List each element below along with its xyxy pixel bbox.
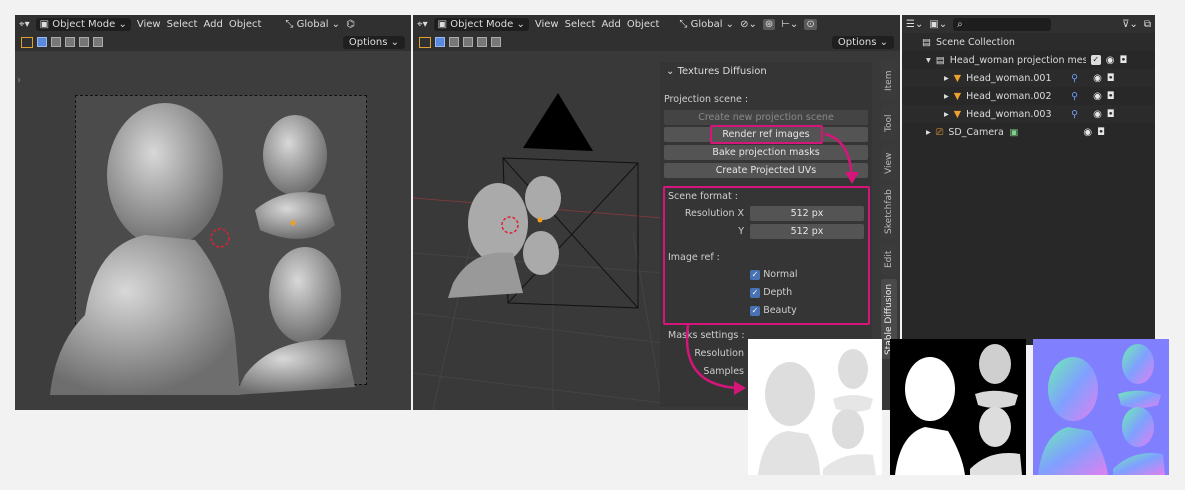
scene-format-highlight	[663, 186, 870, 325]
select-mode-extend-icon[interactable]	[449, 37, 459, 47]
collection-box-icon: ▤	[935, 54, 945, 66]
mesh-object-icon: ▼	[953, 72, 962, 84]
select-mode-intersect-icon[interactable]	[491, 37, 501, 47]
outliner-search-input[interactable]: ⌕	[953, 17, 1052, 31]
menu-object[interactable]: Object	[627, 19, 660, 30]
outliner-editor-icon[interactable]: ☰⌄	[906, 19, 923, 30]
outliner-header: ☰⌄ ▣⌄ ⌕ ⊽⌄ ⧉	[902, 15, 1155, 33]
tab-view[interactable]: View	[881, 145, 897, 181]
depth-heads-render	[895, 344, 1022, 475]
projection-scene-label: Projection scene :	[664, 94, 749, 105]
new-collection-icon[interactable]: ⧉	[1144, 19, 1151, 30]
eye-icon[interactable]: ◉	[1083, 127, 1092, 138]
select-mode-new-icon[interactable]	[435, 37, 445, 47]
render-ref-highlight	[710, 125, 823, 144]
tab-sketchfab[interactable]: Sketchfab	[881, 185, 897, 239]
viewport-left[interactable]: ⌖▾ ▣ Object Mode ⌄ View Select Add Objec…	[15, 15, 411, 410]
bake-projection-masks-label: Bake projection masks	[712, 147, 820, 158]
pivot-icon[interactable]: ⊘⌄	[740, 19, 757, 30]
modifier-wrench-icon[interactable]: ⚲	[1071, 109, 1078, 120]
mesh-object-icon: ▼	[953, 90, 962, 102]
menu-add[interactable]: Add	[601, 19, 620, 30]
select-mode-invert-icon[interactable]	[477, 37, 487, 47]
outliner-row-projection-mesh[interactable]: ▾ ▤ Head_woman projection mesh ✓ ◉ ◘	[902, 51, 1155, 69]
camera-render-icon[interactable]: ◘	[1107, 109, 1115, 120]
camera-data-icon[interactable]: ▣	[1009, 127, 1018, 138]
outliner-item-label: Head_woman.002	[966, 90, 1052, 102]
scene-3d-render	[413, 93, 663, 410]
menu-view[interactable]: View	[535, 19, 559, 30]
exclude-checkbox-icon[interactable]: ✓	[1090, 55, 1101, 65]
options-dropdown-mid[interactable]: Options ⌄	[831, 35, 894, 49]
create-projected-uvs-button[interactable]: Create Projected UVs	[664, 163, 868, 178]
normal-heads-render	[1038, 344, 1165, 475]
outliner: ☰⌄ ▣⌄ ⌕ ⊽⌄ ⧉ ▤ Scene Collection ▾ ▤ Head…	[902, 15, 1155, 345]
expand-arrow-icon[interactable]: ▸	[926, 127, 931, 138]
create-projection-scene-label: Create new projection scene	[698, 112, 834, 123]
outliner-row-head-003[interactable]: ▸ ▼ Head_woman.003 ⚲ ◉ ◘	[902, 105, 1155, 123]
search-icon: ⌕	[957, 18, 963, 30]
proportional-edit-icon[interactable]: ⊙	[804, 18, 817, 30]
head-models-render	[50, 103, 355, 395]
masks-samples-label: Samples	[703, 366, 744, 377]
outliner-row-head-002[interactable]: ▸ ▼ Head_woman.002 ⚲ ◉ ◘	[902, 87, 1155, 105]
outliner-item-label: Head_woman.003	[966, 108, 1052, 120]
outliner-item-label: SD_Camera	[948, 126, 1004, 138]
viewport-mid-header: ⌖▾ ▣ Object Mode ⌄ View Select Add Objec…	[413, 15, 900, 33]
mesh-object-icon: ▼	[953, 108, 962, 120]
eye-icon[interactable]: ◉	[1093, 109, 1102, 120]
camera-render-icon[interactable]: ◘	[1120, 55, 1128, 66]
panel-title: Textures Diffusion	[677, 66, 767, 77]
eye-icon[interactable]: ◉	[1093, 91, 1102, 102]
menu-select[interactable]: Select	[565, 19, 596, 30]
output-beauty-image	[748, 339, 882, 475]
eye-icon[interactable]: ◉	[1093, 73, 1102, 84]
outliner-item-label: Head_woman projection mesh	[949, 54, 1086, 66]
modifier-wrench-icon[interactable]: ⚲	[1071, 73, 1078, 84]
create-projected-uvs-label: Create Projected UVs	[715, 165, 817, 176]
display-mode-icon[interactable]: ▣⌄	[929, 19, 947, 30]
outliner-row-sd-camera[interactable]: ▸ ⎚ SD_Camera ▣ ◉ ◘	[902, 123, 1155, 141]
viewport-mid-toolrow: Options ⌄	[413, 33, 900, 51]
camera-render-icon[interactable]: ◘	[1107, 91, 1115, 102]
camera-render-icon[interactable]: ◘	[1097, 127, 1105, 138]
masks-resolution-label: Resolution	[694, 348, 744, 359]
snap-target-icon[interactable]: ⊢⌄	[781, 19, 798, 30]
create-projection-scene-button[interactable]: Create new projection scene	[664, 110, 868, 125]
outliner-item-label: Head_woman.001	[966, 72, 1052, 84]
output-normal-image	[1033, 339, 1169, 475]
object-mode-dropdown[interactable]: ▣ Object Mode ⌄	[433, 17, 529, 31]
transform-orientation-label: Global	[690, 18, 723, 30]
transform-orientation-dropdown[interactable]: ⤡ Global ⌄	[679, 19, 734, 30]
bake-projection-masks-button[interactable]: Bake projection masks	[664, 145, 868, 160]
options-label: Options	[837, 36, 877, 48]
modifier-wrench-icon[interactable]: ⚲	[1071, 91, 1078, 102]
select-box-icon[interactable]	[419, 36, 431, 48]
collection-icon: ▤	[922, 36, 931, 48]
expand-arrow-icon[interactable]: ▸	[944, 73, 949, 84]
scene-collection-row[interactable]: ▤ Scene Collection	[902, 33, 1155, 51]
panel-header[interactable]: ⌄ Textures Diffusion	[660, 62, 872, 82]
eye-icon[interactable]: ◉	[1106, 55, 1115, 66]
masks-settings-label: Masks settings :	[668, 330, 745, 341]
expand-arrow-icon[interactable]: ▸	[944, 109, 949, 120]
beauty-heads-render	[758, 349, 876, 475]
tab-tool[interactable]: Tool	[881, 105, 897, 141]
scene-collection-label: Scene Collection	[935, 36, 1015, 48]
snap-icon[interactable]: ⊛	[762, 18, 776, 30]
select-mode-subtract-icon[interactable]	[463, 37, 473, 47]
tab-item[interactable]: Item	[881, 61, 897, 101]
expand-arrow-icon[interactable]: ▸	[944, 91, 949, 102]
output-depth-image	[890, 339, 1026, 475]
camera-object-icon: ⎚	[935, 126, 944, 138]
tab-edit[interactable]: Edit	[881, 243, 897, 275]
camera-render-icon[interactable]: ◘	[1107, 73, 1115, 84]
collapse-arrow-icon[interactable]: ›	[17, 75, 21, 86]
object-mode-label: Object Mode	[450, 18, 514, 30]
outliner-row-head-001[interactable]: ▸ ▼ Head_woman.001 ⚲ ◉ ◘	[902, 69, 1155, 87]
editor-type-icon[interactable]: ⌖▾	[417, 19, 428, 30]
filter-icon[interactable]: ⊽⌄	[1122, 19, 1138, 30]
expand-arrow-icon[interactable]: ▾	[926, 55, 931, 66]
